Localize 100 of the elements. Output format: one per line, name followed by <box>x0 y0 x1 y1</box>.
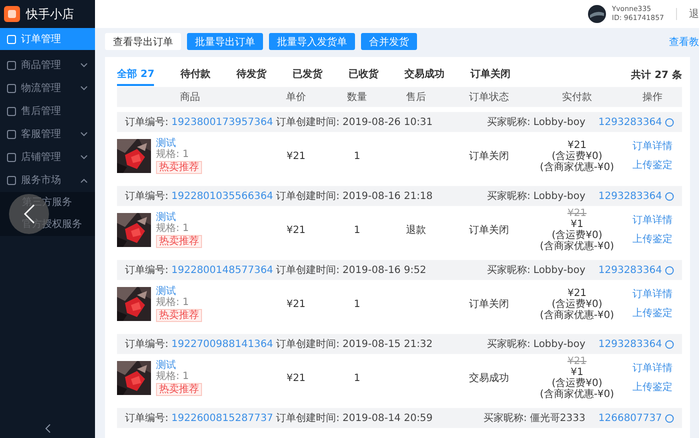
order-number-label: 订单编号: <box>125 264 168 277</box>
created-label: 订单创建时间: <box>276 190 340 203</box>
buyer-id[interactable]: 1293283364 <box>598 338 662 350</box>
circle-icon[interactable] <box>665 414 674 422</box>
status-tab[interactable]: 订单关闭 <box>470 64 510 86</box>
order-action-link[interactable]: 上传鉴定 <box>632 160 672 171</box>
product-tag: 热卖推荐 <box>156 235 202 248</box>
buyer-label: 买家昵称: <box>487 116 530 129</box>
buyer-name: 僵光哥2333 <box>530 412 586 425</box>
nav-item[interactable]: 服务市场 <box>0 169 95 191</box>
order-action-link[interactable]: 订单详情 <box>632 289 672 300</box>
nav-item[interactable]: 订单管理 <box>0 28 95 50</box>
created-label: 订单创建时间: <box>276 264 340 277</box>
order-status: 交易成功 <box>469 372 509 385</box>
product-name[interactable]: 测试 <box>156 286 176 297</box>
chevron-up-icon[interactable] <box>80 178 88 182</box>
order-action-link[interactable]: 上传鉴定 <box>632 308 672 319</box>
status-tab[interactable]: 交易成功 <box>404 64 444 86</box>
product-spec: 规格: 1 <box>156 223 189 234</box>
nav-item[interactable]: 店铺管理 <box>0 146 95 168</box>
order-action-link[interactable]: 订单详情 <box>632 363 672 374</box>
created-time: 2019-08-26 10:31 <box>342 116 433 128</box>
square-icon <box>7 106 16 116</box>
nav-item[interactable]: 物流管理 <box>0 77 95 99</box>
column-header: 商品 <box>179 90 201 104</box>
column-header: 单价 <box>285 90 307 104</box>
buyer-name: Lobby-boy <box>533 264 586 276</box>
created-time: 2019-08-16 9:52 <box>342 264 426 276</box>
chevron-down-icon[interactable] <box>80 132 88 136</box>
square-icon <box>7 60 16 70</box>
paid-amount: (含商家优惠-¥0) <box>540 310 614 320</box>
quantity: 1 <box>354 298 360 310</box>
order-action-link[interactable]: 订单详情 <box>632 215 672 226</box>
chevron-down-icon[interactable] <box>80 62 88 68</box>
column-header: 数量 <box>346 91 368 104</box>
status-tab[interactable]: 待发货 <box>236 64 266 86</box>
paid-amount: (含运费¥0) <box>552 298 602 310</box>
product-spec: 规格: 1 <box>156 371 189 382</box>
order-action-link[interactable]: 上传鉴定 <box>632 234 672 245</box>
order-number[interactable]: 1922800148577364 <box>171 264 274 276</box>
order-number[interactable]: 1922801035566364 <box>171 190 274 202</box>
total-count: 共计 27 条 <box>631 68 682 82</box>
unit-price: ¥21 <box>286 298 306 310</box>
square-icon <box>7 34 16 44</box>
toolbar-button[interactable]: 合并发货 <box>361 33 417 50</box>
order-number-label: 订单编号: <box>125 338 168 351</box>
toolbar-button[interactable]: 批量导入发货单 <box>269 33 355 50</box>
square-icon <box>7 176 16 184</box>
chevron-down-icon[interactable] <box>80 154 88 160</box>
status-tab[interactable]: 已收货 <box>348 64 378 86</box>
avatar <box>588 5 606 23</box>
collapse-icon[interactable] <box>44 424 50 433</box>
product-name[interactable]: 测试 <box>156 212 176 223</box>
unit-price: ¥21 <box>286 372 306 384</box>
order-action-link[interactable]: 上传鉴定 <box>632 382 672 393</box>
order-number-label: 订单编号: <box>125 412 168 425</box>
circle-icon[interactable] <box>665 266 674 274</box>
square-icon <box>7 84 16 92</box>
help-link[interactable]: 查看教 <box>669 34 699 48</box>
order-status: 订单关闭 <box>469 298 509 311</box>
paid-amount: ¥21 <box>567 288 587 298</box>
paid-amount: (含商家优惠-¥0) <box>540 241 614 252</box>
created-time: 2019-08-14 20:59 <box>342 412 433 424</box>
buyer-id[interactable]: 1293283364 <box>598 116 662 128</box>
buyer-id[interactable]: 1266807737 <box>598 412 662 424</box>
toolbar-button[interactable]: 批量导出订单 <box>187 33 263 50</box>
created-time: 2019-08-15 21:32 <box>342 338 433 350</box>
circle-icon[interactable] <box>665 192 674 200</box>
product-spec: 规格: 1 <box>156 297 189 308</box>
product-tag: 热卖推荐 <box>156 161 202 174</box>
order-number[interactable]: 1923800173957364 <box>171 116 274 128</box>
created-label: 订单创建时间: <box>276 412 340 425</box>
circle-icon[interactable] <box>665 118 674 126</box>
logout-link[interactable]: 退 <box>689 7 699 21</box>
product-name[interactable]: 测试 <box>156 138 176 149</box>
chevron-down-icon[interactable] <box>80 86 88 90</box>
status-tab[interactable]: 已发货 <box>292 64 322 86</box>
order-number[interactable]: 1922700988141364 <box>171 338 274 350</box>
order-action-link[interactable]: 订单详情 <box>632 141 672 152</box>
created-label: 订单创建时间: <box>276 338 340 351</box>
buyer-id[interactable]: 1293283364 <box>598 190 662 202</box>
product-name[interactable]: 测试 <box>156 360 176 371</box>
buyer-label: 买家昵称: <box>487 338 530 351</box>
paid-amount: (含商家优惠-¥0) <box>540 162 614 172</box>
order-status: 订单关闭 <box>469 224 509 237</box>
paid-amount: ¥21 <box>567 356 587 367</box>
toolbar-button[interactable]: 查看导出订单 <box>105 33 181 50</box>
square-icon <box>7 152 16 162</box>
status-tab[interactable]: 待付款 <box>180 64 210 86</box>
buyer-name: Lobby-boy <box>533 116 586 128</box>
nav-item[interactable]: 客服管理 <box>0 123 95 145</box>
paid-amount: ¥1 <box>570 367 584 378</box>
nav-item[interactable]: 售后管理 <box>0 100 95 122</box>
shop-name: 快手小店 <box>26 6 74 22</box>
shop-logo-icon <box>4 6 20 22</box>
circle-icon[interactable] <box>665 340 674 348</box>
order-number[interactable]: 1922600815287737 <box>171 412 274 424</box>
buyer-id[interactable]: 1293283364 <box>598 264 662 276</box>
nav-item[interactable]: 商品管理 <box>0 54 95 76</box>
quantity: 1 <box>354 150 360 162</box>
